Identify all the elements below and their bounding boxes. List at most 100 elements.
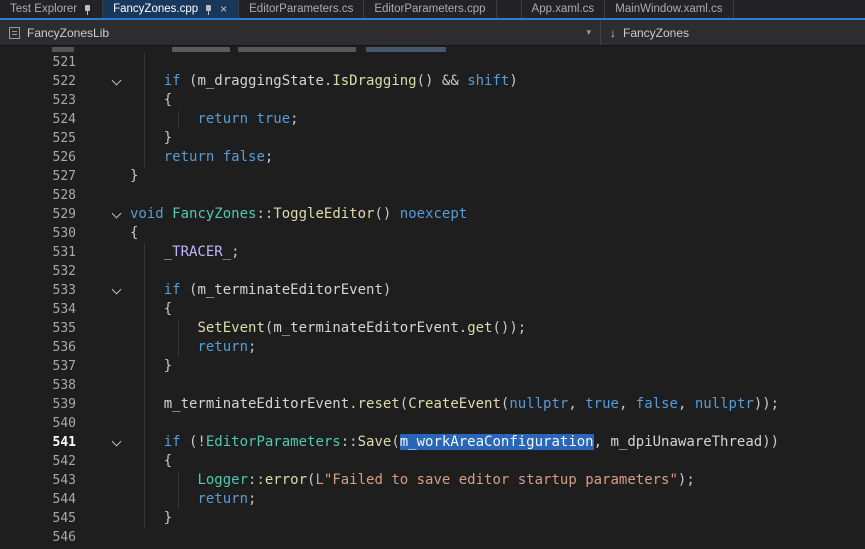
close-icon[interactable]: × [219, 3, 228, 15]
code-text: { [130, 300, 172, 319]
code-text: } [130, 357, 172, 376]
line-number: 536 [0, 340, 76, 355]
code-line-526[interactable]: 526 return false; [0, 148, 865, 167]
code-line-523[interactable]: 523 { [0, 91, 865, 110]
line-number: 543 [0, 473, 76, 488]
code-text: } [130, 509, 172, 528]
pin-icon[interactable] [83, 4, 92, 15]
project-dropdown[interactable]: FancyZonesLib ▾ [0, 20, 601, 45]
code-line-541[interactable]: 541 if (!EditorParameters::Save(m_workAr… [0, 433, 865, 452]
line-number: 532 [0, 264, 76, 279]
navigation-bar: FancyZonesLib ▾ ↓ FancyZones [0, 20, 865, 46]
code-text: { [130, 91, 172, 110]
code-line-535[interactable]: 535 SetEvent(m_terminateEditorEvent.get(… [0, 319, 865, 338]
fold-collapse-icon[interactable] [112, 75, 122, 85]
code-line-528[interactable]: 528 [0, 186, 865, 205]
line-number: 544 [0, 492, 76, 507]
code-line-543[interactable]: 543 Logger::error(L"Failed to save edito… [0, 471, 865, 490]
type-dropdown-label: FancyZones [623, 26, 689, 40]
line-number: 526 [0, 150, 76, 165]
code-line-538[interactable]: 538 [0, 376, 865, 395]
tab-label: App.xaml.cs [532, 3, 595, 15]
line-number: 527 [0, 169, 76, 184]
line-number: 530 [0, 226, 76, 241]
line-number: 545 [0, 511, 76, 526]
code-text: { [130, 224, 138, 243]
clipped-line-fragment [366, 47, 446, 52]
code-text: m_terminateEditorEvent.reset(CreateEvent… [130, 395, 779, 414]
code-lines: 521 522 if (m_draggingState.IsDragging() … [0, 53, 865, 547]
line-number: 535 [0, 321, 76, 336]
tab-label: EditorParameters.cs [249, 3, 353, 15]
down-arrow-icon: ↓ [610, 26, 616, 40]
selected-symbol[interactable]: m_workAreaConfiguration [400, 434, 594, 450]
line-number: 523 [0, 93, 76, 108]
code-text: } [130, 129, 172, 148]
code-line-537[interactable]: 537 } [0, 357, 865, 376]
project-icon [9, 27, 20, 39]
code-text: { [130, 452, 172, 471]
code-line-530[interactable]: 530 { [0, 224, 865, 243]
code-line-525[interactable]: 525 } [0, 129, 865, 148]
line-number: 540 [0, 416, 76, 431]
line-number: 528 [0, 188, 76, 203]
chevron-down-icon: ▾ [586, 27, 591, 38]
tab-app-xaml-cs[interactable]: App.xaml.cs [521, 0, 606, 18]
tab-label: MainWindow.xaml.cs [615, 3, 722, 15]
code-line-521[interactable]: 521 [0, 53, 865, 72]
tab-editorparameters-cs[interactable]: EditorParameters.cs [239, 0, 364, 18]
ide-window: Test Explorer FancyZones.cpp × EditorParame… [0, 0, 865, 549]
tab-label: Test Explorer [10, 3, 77, 15]
line-number: 531 [0, 245, 76, 260]
line-number: 529 [0, 207, 76, 222]
clipped-top-line [0, 46, 865, 53]
code-line-544[interactable]: 544 return; [0, 490, 865, 509]
line-number: 539 [0, 397, 76, 412]
line-number: 546 [0, 530, 76, 545]
clipped-line-fragment [52, 47, 74, 52]
clipped-line-fragment [238, 47, 356, 52]
code-editor[interactable]: 521 522 if (m_draggingState.IsDragging() … [0, 46, 865, 549]
code-line-542[interactable]: 542 { [0, 452, 865, 471]
code-line-546[interactable]: 546 [0, 528, 865, 547]
line-number: 521 [0, 55, 76, 70]
type-dropdown[interactable]: ↓ FancyZones [601, 20, 865, 45]
line-number: 524 [0, 112, 76, 127]
code-text: return; [130, 338, 256, 357]
code-text: return false; [130, 148, 273, 167]
code-text: return; [130, 490, 256, 509]
code-line-532[interactable]: 532 [0, 262, 865, 281]
fold-collapse-icon[interactable] [112, 436, 122, 446]
tab-fancyzones-cpp[interactable]: FancyZones.cpp × [103, 0, 239, 18]
code-line-531[interactable]: 531 _TRACER_; [0, 243, 865, 262]
code-line-524[interactable]: 524 return true; [0, 110, 865, 129]
code-line-529[interactable]: 529void FancyZones::ToggleEditor() noexc… [0, 205, 865, 224]
code-line-539[interactable]: 539 m_terminateEditorEvent.reset(CreateE… [0, 395, 865, 414]
code-line-545[interactable]: 545 } [0, 509, 865, 528]
code-line-540[interactable]: 540 [0, 414, 865, 433]
line-number: 534 [0, 302, 76, 317]
tab-editorparameters-cpp[interactable]: EditorParameters.cpp [364, 0, 496, 18]
pin-icon[interactable] [204, 4, 213, 15]
code-line-536[interactable]: 536 return; [0, 338, 865, 357]
line-number: 542 [0, 454, 76, 469]
code-text: } [130, 167, 138, 186]
line-number: 541 [0, 435, 76, 450]
code-text: return true; [130, 110, 299, 129]
fold-collapse-icon[interactable] [112, 208, 122, 218]
code-line-534[interactable]: 534 { [0, 300, 865, 319]
clipped-line-fragment [172, 47, 230, 52]
code-line-522[interactable]: 522 if (m_draggingState.IsDragging() && … [0, 72, 865, 91]
tab-label: FancyZones.cpp [113, 3, 198, 15]
code-text: if (m_draggingState.IsDragging() && shif… [130, 72, 518, 91]
line-number: 533 [0, 283, 76, 298]
project-dropdown-label: FancyZonesLib [27, 26, 109, 40]
tab-test-explorer[interactable]: Test Explorer [0, 0, 103, 18]
line-number: 538 [0, 378, 76, 393]
code-text: if (m_terminateEditorEvent) [130, 281, 391, 300]
code-line-533[interactable]: 533 if (m_terminateEditorEvent) [0, 281, 865, 300]
code-line-527[interactable]: 527} [0, 167, 865, 186]
fold-collapse-icon[interactable] [112, 284, 122, 294]
code-text: _TRACER_; [130, 243, 240, 262]
tab-mainwindow-xaml-cs[interactable]: MainWindow.xaml.cs [605, 0, 733, 18]
